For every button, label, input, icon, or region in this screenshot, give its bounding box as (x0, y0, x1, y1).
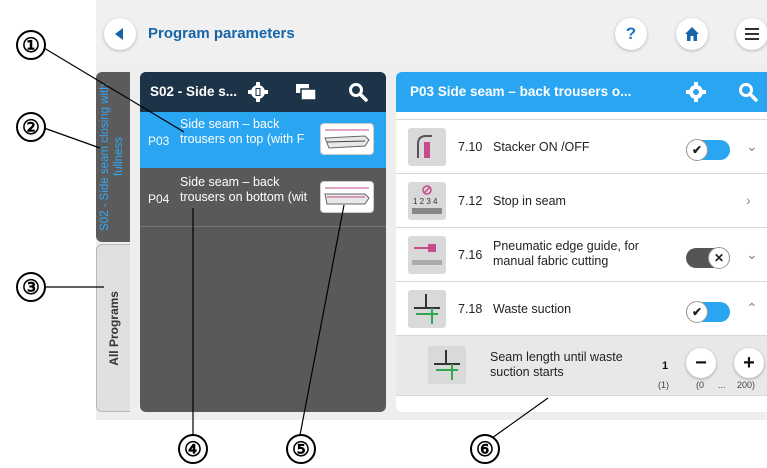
callout-3: ③ (16, 272, 46, 302)
stage: Program parameters ? S02 - Side seam clo… (0, 0, 767, 468)
callout-5: ⑤ (286, 434, 316, 464)
callout-1: ① (16, 30, 46, 60)
callout-2: ② (16, 112, 46, 142)
callout-lines (43, 47, 549, 439)
callout-4: ④ (178, 434, 208, 464)
callout-6: ⑥ (470, 434, 500, 464)
